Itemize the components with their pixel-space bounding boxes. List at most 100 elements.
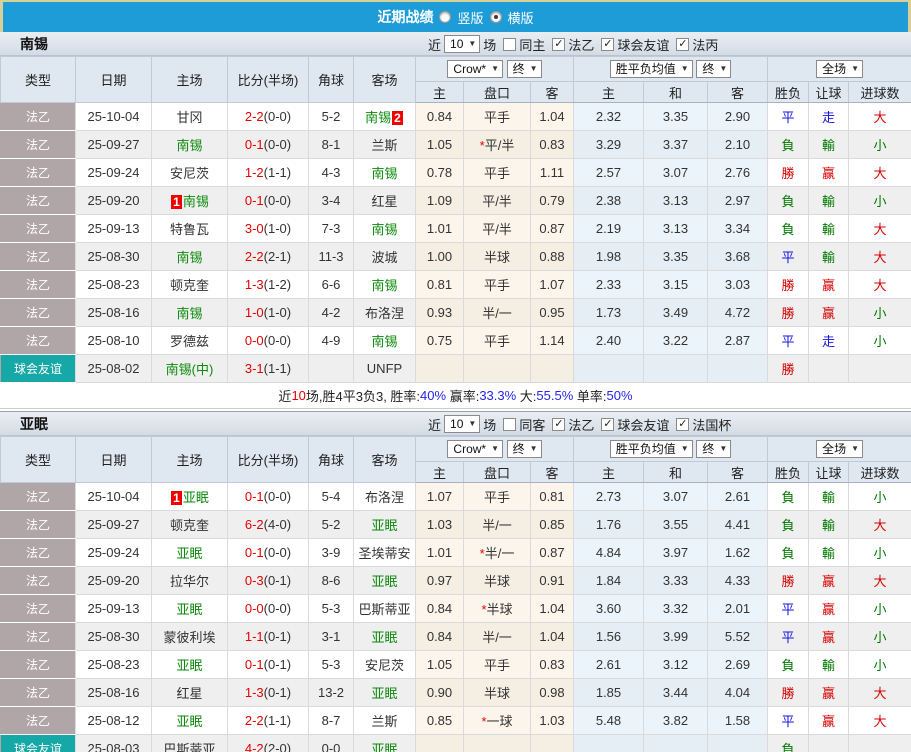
team-link[interactable]: 特鲁瓦 bbox=[170, 222, 209, 237]
team-link[interactable]: 顿克奎 bbox=[170, 278, 209, 293]
same-away-checkbox[interactable] bbox=[503, 417, 517, 431]
team-link[interactable]: 安尼茨 bbox=[170, 166, 209, 181]
team-link[interactable]: 亚眠 bbox=[371, 742, 397, 752]
odds-stage-select[interactable]: 终 ▼ bbox=[506, 440, 542, 458]
avg-home-cell: 2.33 bbox=[573, 270, 644, 299]
team-link[interactable]: 南锡 bbox=[176, 138, 202, 153]
section-header-amiens: 亚眠 近 10 ▼ 场 同客 ✓ 法乙 ✓ 球会友谊 ✓ 法国杯 bbox=[0, 412, 911, 436]
same-home-checkbox[interactable] bbox=[503, 37, 517, 51]
team-link[interactable]: 南锡 bbox=[371, 278, 397, 293]
chevron-down-icon: ▼ bbox=[719, 64, 728, 73]
league2-filter[interactable]: ✓ 法乙 bbox=[552, 415, 594, 434]
odds-home-cell: 0.75 bbox=[415, 326, 464, 355]
team-link[interactable]: 亚眠 bbox=[371, 686, 397, 701]
team-link[interactable]: 兰斯 bbox=[371, 714, 397, 729]
team-link[interactable]: 拉华尔 bbox=[170, 574, 209, 589]
col-odds-away: 客 bbox=[530, 461, 574, 483]
team-link[interactable]: 亚眠 bbox=[371, 518, 397, 533]
team-link[interactable]: 亚眠 bbox=[176, 546, 202, 561]
team-link[interactable]: 南锡 bbox=[183, 194, 209, 209]
recent-count-select[interactable]: 10 ▼ bbox=[444, 415, 481, 433]
avg-draw-cell: 3.13 bbox=[643, 214, 708, 243]
team-link[interactable]: 兰斯 bbox=[371, 138, 397, 153]
period-select[interactable]: 全场 ▼ bbox=[816, 60, 863, 78]
avg-draw-cell: 3.44 bbox=[643, 678, 708, 707]
date-cell: 25-08-03 bbox=[75, 734, 152, 752]
team-link[interactable]: 布洛涅 bbox=[365, 490, 404, 505]
same-home-filter[interactable]: 同主 bbox=[503, 35, 545, 54]
same-away-filter[interactable]: 同客 bbox=[503, 415, 545, 434]
date-cell: 25-08-16 bbox=[75, 298, 152, 327]
team-link[interactable]: 安尼茨 bbox=[365, 658, 404, 673]
team-link[interactable]: 亚眠 bbox=[371, 630, 397, 645]
team-link[interactable]: UNFP bbox=[367, 361, 402, 376]
vertical-layout-label[interactable]: 竖版 bbox=[457, 8, 483, 27]
handicap-cell: 平手 bbox=[463, 650, 531, 679]
team-link[interactable]: 布洛涅 bbox=[365, 306, 404, 321]
goals-result-cell bbox=[848, 354, 911, 383]
vertical-layout-radio[interactable] bbox=[439, 11, 452, 23]
team-link[interactable]: 南锡 bbox=[371, 334, 397, 349]
match-type-cell: 法乙 bbox=[0, 678, 76, 707]
team-link[interactable]: 罗德兹 bbox=[170, 334, 209, 349]
odds-stage-select[interactable]: 终 ▼ bbox=[506, 60, 542, 78]
team-link[interactable]: 蒙彼利埃 bbox=[163, 630, 215, 645]
league3-filter[interactable]: ✓ 法丙 bbox=[676, 35, 718, 54]
cup-checkbox[interactable]: ✓ bbox=[676, 417, 690, 431]
team-link[interactable]: 南锡 bbox=[365, 110, 391, 125]
avg-stage-select[interactable]: 终 ▼ bbox=[696, 440, 732, 458]
team-link[interactable]: 南锡 bbox=[176, 306, 202, 321]
avg-away-cell: 3.03 bbox=[706, 270, 769, 299]
team-link[interactable]: 南锡(中) bbox=[166, 362, 214, 377]
avg-type-select[interactable]: 胜平负均值 ▼ bbox=[609, 440, 693, 458]
friendly-filter[interactable]: ✓ 球会友谊 bbox=[601, 415, 669, 434]
team-link[interactable]: 南锡 bbox=[371, 222, 397, 237]
friendly-checkbox[interactable]: ✓ bbox=[601, 417, 615, 431]
score-cell: 0-0(0-0) bbox=[227, 594, 309, 623]
match-rows: 法乙 25-10-04 1 亚眠 0-1(0-0) 5-4 布洛涅 1.07 平手 0.81 2.7… bbox=[0, 482, 911, 752]
friendly-checkbox[interactable]: ✓ bbox=[601, 37, 615, 51]
recent-label: 近 bbox=[428, 417, 442, 433]
period-select[interactable]: 全场 ▼ bbox=[816, 440, 863, 458]
league3-checkbox[interactable]: ✓ bbox=[676, 37, 690, 51]
handicap-result-cell: 赢 bbox=[808, 678, 850, 707]
league2-checkbox[interactable]: ✓ bbox=[552, 37, 566, 51]
cup-filter[interactable]: ✓ 法国杯 bbox=[676, 415, 731, 434]
team-link[interactable]: 亚眠 bbox=[176, 658, 202, 673]
home-team-cell: 罗德兹 bbox=[151, 326, 228, 355]
horizontal-layout-radio[interactable] bbox=[489, 11, 502, 23]
team-link[interactable]: 巴斯蒂亚 bbox=[163, 742, 215, 752]
recent-count-select[interactable]: 10 ▼ bbox=[444, 35, 481, 53]
team-link[interactable]: 南锡 bbox=[371, 166, 397, 181]
team-link[interactable]: 巴斯蒂亚 bbox=[358, 602, 410, 617]
bookmaker-select[interactable]: Crow* ▼ bbox=[447, 60, 504, 78]
avg-stage-select[interactable]: 终 ▼ bbox=[696, 60, 732, 78]
league2-checkbox[interactable]: ✓ bbox=[552, 417, 566, 431]
team-link[interactable]: 红星 bbox=[371, 194, 397, 209]
league2-filter[interactable]: ✓ 法乙 bbox=[552, 35, 594, 54]
team-link[interactable]: 亚眠 bbox=[176, 714, 202, 729]
bookmaker-select[interactable]: Crow* ▼ bbox=[447, 440, 504, 458]
handicap-cell bbox=[463, 354, 531, 383]
team-link[interactable]: 亚眠 bbox=[176, 602, 202, 617]
page-title: 近期战绩 bbox=[377, 9, 434, 25]
horizontal-layout-label[interactable]: 横版 bbox=[508, 8, 534, 27]
score-cell: 0-1(0-0) bbox=[227, 186, 309, 215]
avg-type-select[interactable]: 胜平负均值 ▼ bbox=[609, 60, 693, 78]
team-link[interactable]: 甘冈 bbox=[176, 110, 202, 125]
date-cell: 25-08-30 bbox=[75, 622, 152, 651]
chevron-down-icon: ▼ bbox=[851, 64, 859, 73]
odds-home-cell: 0.93 bbox=[415, 298, 464, 327]
team-link[interactable]: 亚眠 bbox=[183, 490, 209, 505]
team-link[interactable]: 红星 bbox=[176, 686, 202, 701]
team-link[interactable]: 圣埃蒂安 bbox=[358, 546, 410, 561]
avg-home-cell: 4.84 bbox=[573, 538, 644, 567]
team-link[interactable]: 亚眠 bbox=[371, 574, 397, 589]
team-link[interactable]: 南锡 bbox=[176, 250, 202, 265]
handicap-result-cell: 走 bbox=[808, 102, 850, 131]
team-link[interactable]: 顿克奎 bbox=[170, 518, 209, 533]
home-team-cell: 亚眠 bbox=[151, 594, 228, 623]
avg-away-cell: 2.90 bbox=[706, 102, 769, 131]
friendly-filter[interactable]: ✓ 球会友谊 bbox=[601, 35, 669, 54]
team-link[interactable]: 波城 bbox=[371, 250, 397, 265]
